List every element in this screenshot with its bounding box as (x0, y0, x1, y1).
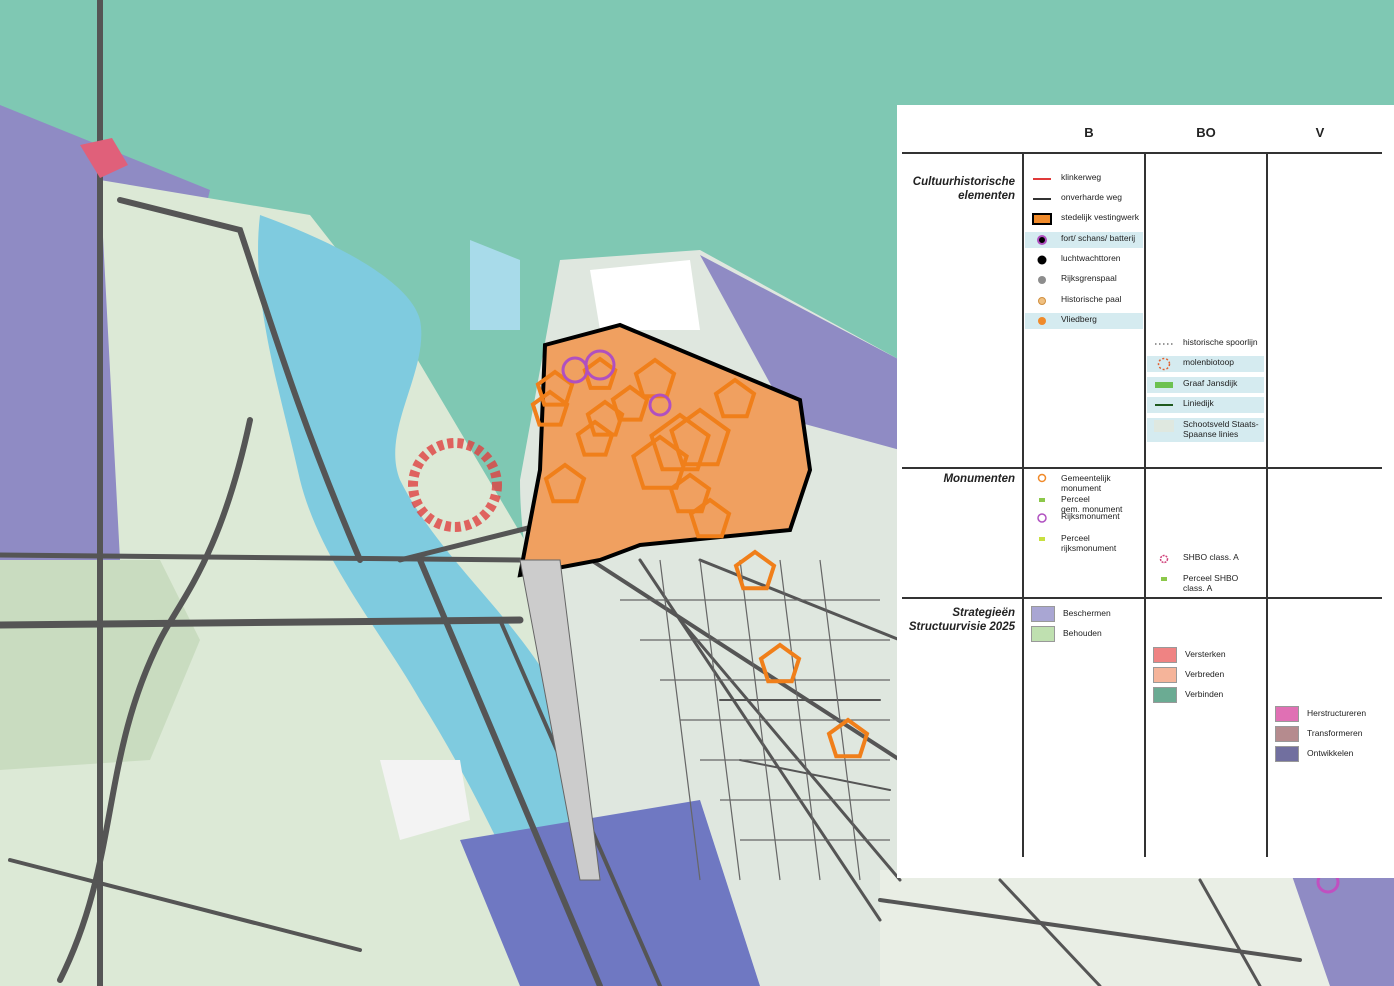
pink-ring-icon (1153, 551, 1175, 567)
section-divider-2 (902, 597, 1382, 599)
legend-item-label: Historische paal (1061, 294, 1122, 304)
legend-strategy-item: Herstructureren (1269, 706, 1384, 722)
legend-strategy-item: Versterken (1147, 647, 1262, 663)
legend-item-label: Vliedberg (1061, 314, 1097, 324)
strategy-swatch (1031, 626, 1055, 642)
legend-panel: B BO V Cultuurhistorische elementen Monum… (897, 105, 1394, 878)
column-header-v: V (1315, 125, 1325, 140)
legend-item-label: molenbiotoop (1183, 357, 1235, 367)
legend-item: Perceel SHBO class. A (1147, 572, 1264, 596)
lime-square-icon (1031, 532, 1053, 548)
strategy-swatch (1031, 606, 1055, 622)
legend-item-label: Herstructureren (1307, 708, 1367, 718)
legend-item-label: Ontwikkelen (1307, 748, 1354, 758)
legend-item-label: Versterken (1185, 649, 1226, 659)
dark-green-line-icon (1153, 397, 1175, 413)
column-header-b: B (1084, 125, 1094, 140)
legend-item-label: Behouden (1063, 628, 1102, 638)
legend-item: fort/ schans/ batterij (1025, 232, 1143, 248)
strategy-swatch (1153, 667, 1177, 683)
dotted-line-icon (1153, 336, 1175, 352)
orange-ring-icon (1031, 472, 1053, 488)
legend-item-label: Perceel SHBO class. A (1183, 573, 1239, 593)
legend-strategy-item: Transformeren (1269, 726, 1384, 742)
dashed-circle-icon (1153, 356, 1175, 372)
black-dot-icon (1031, 252, 1053, 268)
legend-item-label: Schootsveld Staats- Spaanse linies (1183, 419, 1259, 439)
strategy-swatch (1275, 746, 1299, 762)
legend-item: stedelijk vestingwerk (1025, 211, 1143, 227)
legend-item-label: Transformeren (1307, 728, 1363, 738)
green-square-icon (1153, 572, 1175, 588)
purple-dot-icon (1031, 232, 1053, 248)
legend-item: Vliedberg (1025, 313, 1143, 329)
legend-item-label: historische spoorlijn (1183, 337, 1258, 347)
legend-item: Historische paal (1025, 293, 1143, 309)
legend-item-label: stedelijk vestingwerk (1061, 212, 1139, 222)
column-divider-2 (1144, 152, 1146, 857)
legend-strategy-item: Verbinden (1147, 687, 1262, 703)
legend-strategy-item: Ontwikkelen (1269, 746, 1384, 762)
legend-strategy-item: Verbreden (1147, 667, 1262, 683)
column-divider-3 (1266, 152, 1268, 857)
section-divider-1 (902, 467, 1382, 469)
legend-item-label: Verbinden (1185, 689, 1224, 699)
red-line-icon (1031, 171, 1053, 187)
legend-item-label: Gemeentelijk monument (1061, 473, 1111, 493)
legend-item-label: Perceel rijksmonument (1061, 533, 1117, 553)
legend-item: Rijksgrenspaal (1025, 272, 1143, 288)
legend-strategy-item: Behouden (1025, 626, 1140, 642)
legend-item: luchtwachttoren (1025, 252, 1143, 268)
dark-line-icon (1031, 191, 1053, 207)
strategy-swatch (1275, 726, 1299, 742)
legend-item: Schootsveld Staats- Spaanse linies (1147, 418, 1264, 442)
grey-dot-icon (1031, 272, 1053, 288)
legend-item: Liniedijk (1147, 397, 1264, 413)
column-divider-1 (1022, 152, 1024, 857)
section-cultuurhistorische: Cultuurhistorische elementen (912, 176, 1015, 202)
zone-quay (590, 260, 700, 330)
green-square-icon (1031, 493, 1053, 509)
section-strategieen: Strategieën Structuurvisie 2025 (908, 607, 1015, 633)
pale-swatch-icon (1153, 418, 1175, 434)
legend-item: molenbiotoop (1147, 356, 1264, 372)
legend-item: klinkerweg (1025, 171, 1143, 187)
section-monumenten: Monumenten (943, 473, 1015, 485)
legend-item-label: luchtwachttoren (1061, 253, 1121, 263)
legend-item-label: Rijksmonument (1061, 511, 1120, 521)
legend-item-label: klinkerweg (1061, 172, 1102, 182)
column-header-bo: BO (1196, 125, 1216, 140)
legend-item-label: Beschermen (1063, 608, 1111, 618)
header-divider (902, 152, 1382, 154)
legend-strategy-item: Beschermen (1025, 606, 1140, 622)
legend-item: Graaf Jansdijk (1147, 377, 1264, 393)
legend-item-label: onverharde weg (1061, 192, 1122, 202)
strategy-swatch (1275, 706, 1299, 722)
legend-item-label: fort/ schans/ batterij (1061, 233, 1136, 243)
legend-item-label: Liniedijk (1183, 398, 1214, 408)
legend-item-label: Rijksgrenspaal (1061, 273, 1117, 283)
orange-box-icon (1031, 211, 1053, 227)
legend-item-label: SHBO class. A (1183, 552, 1239, 562)
legend-item-label: Graaf Jansdijk (1183, 378, 1238, 388)
legend-item: historische spoorlijn (1147, 336, 1264, 352)
legend-item-label: Verbreden (1185, 669, 1225, 679)
strategy-swatch (1153, 647, 1177, 663)
legend-item: onverharde weg (1025, 191, 1143, 207)
tan-dot-icon (1031, 293, 1053, 309)
legend-item: Perceel rijksmonument (1025, 532, 1143, 556)
purple-ring-icon (1031, 510, 1053, 526)
orange-dot-icon (1031, 313, 1053, 329)
green-bar-icon (1153, 377, 1175, 393)
legend-item: Rijksmonument (1025, 510, 1143, 534)
strategy-swatch (1153, 687, 1177, 703)
